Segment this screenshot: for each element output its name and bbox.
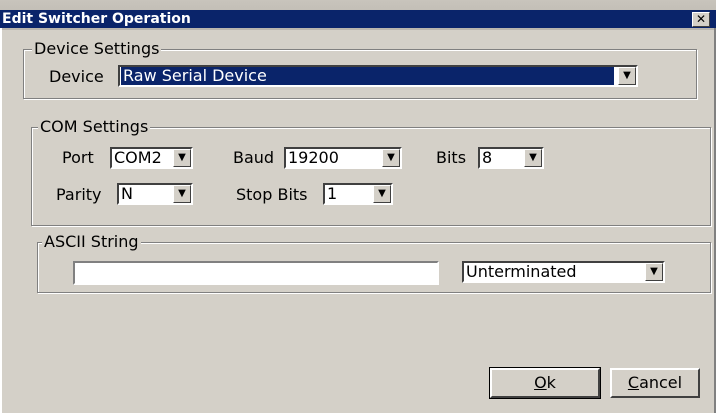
terminator-select[interactable]: Unterminated ▼ — [462, 261, 665, 283]
port-label: Port — [62, 148, 94, 167]
baud-select-value: 19200 — [288, 148, 339, 167]
com-settings-legend: COM Settings — [38, 117, 151, 137]
window-title: Edit Switcher Operation — [2, 11, 191, 27]
ascii-string-input[interactable] — [73, 261, 439, 285]
com-settings-group: COM Settings — [31, 117, 711, 226]
baud-label: Baud — [233, 148, 275, 167]
bits-select-value: 8 — [482, 148, 493, 167]
ascii-string-legend: ASCII String — [42, 232, 141, 252]
chevron-down-icon[interactable]: ▼ — [645, 263, 663, 281]
port-select[interactable]: COM2 ▼ — [110, 147, 193, 169]
chevron-down-icon[interactable]: ▼ — [524, 149, 542, 167]
chevron-down-icon[interactable]: ▼ — [382, 149, 400, 167]
device-select[interactable]: Raw Serial Device ▼ — [118, 65, 638, 87]
window-border-left — [0, 28, 2, 413]
ok-button[interactable]: Ok — [489, 367, 601, 399]
stop-bits-select[interactable]: 1 ▼ — [323, 183, 393, 205]
cancel-button[interactable]: Cancel — [610, 368, 700, 398]
chevron-down-icon[interactable]: ▼ — [173, 185, 191, 203]
parity-label: Parity — [56, 185, 102, 204]
chevron-down-icon[interactable]: ▼ — [373, 185, 391, 203]
title-bar[interactable]: Edit Switcher Operation ✕ — [0, 0, 716, 30]
cancel-button-label: Cancel — [627, 373, 683, 392]
terminator-select-value: Unterminated — [466, 262, 577, 281]
parity-select-value: N — [121, 184, 133, 203]
device-select-value: Raw Serial Device — [121, 67, 614, 85]
close-icon: ✕ — [695, 12, 707, 26]
device-label: Device — [49, 67, 104, 86]
stop-bits-label: Stop Bits — [236, 185, 308, 204]
close-button[interactable]: ✕ — [692, 12, 710, 27]
device-settings-legend: Device Settings — [32, 39, 162, 59]
baud-select[interactable]: 19200 ▼ — [284, 147, 402, 169]
bits-select[interactable]: 8 ▼ — [478, 147, 544, 169]
chevron-down-icon[interactable]: ▼ — [618, 67, 636, 85]
chevron-down-icon[interactable]: ▼ — [173, 149, 191, 167]
ok-button-label: Ok — [534, 373, 556, 392]
bits-label: Bits — [436, 148, 467, 167]
parity-select[interactable]: N ▼ — [117, 183, 193, 205]
port-select-value: COM2 — [114, 148, 162, 167]
stop-bits-select-value: 1 — [327, 184, 338, 203]
